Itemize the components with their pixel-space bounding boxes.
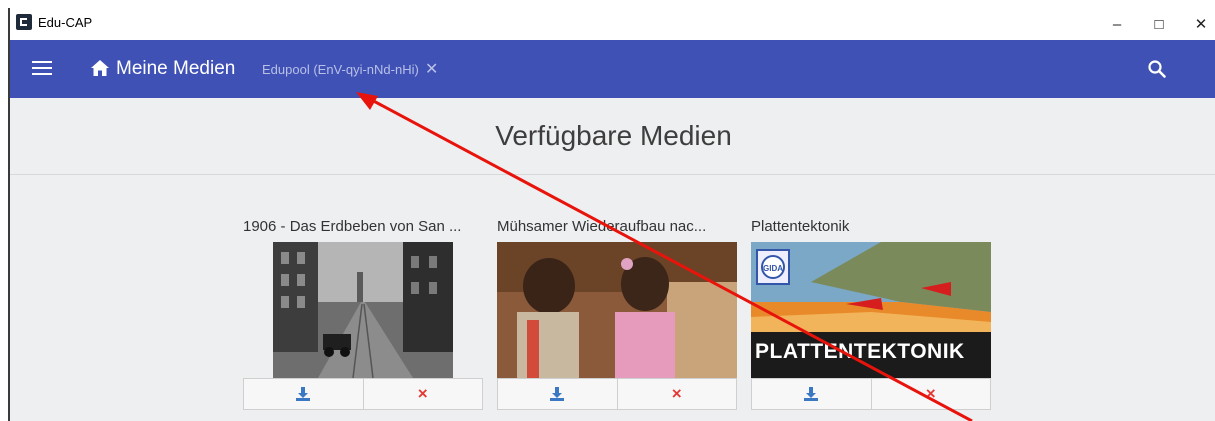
minimize-button[interactable]: – — [1095, 8, 1139, 40]
svg-text:GIDA: GIDA — [763, 264, 783, 273]
download-button[interactable] — [498, 379, 617, 409]
main-content: Verfügbare Medien 1906 - Das Erdbeben vo… — [10, 98, 1215, 421]
delete-button[interactable]: × — [616, 379, 737, 409]
search-icon[interactable] — [1146, 58, 1168, 80]
thumbnail-banner: PLATTENTEKTONIK — [751, 332, 991, 378]
source-chip-close-icon[interactable]: ✕ — [425, 59, 438, 79]
delete-icon: × — [925, 384, 936, 403]
home-link[interactable]: Meine Medien — [116, 58, 235, 80]
media-title: Plattentektonik — [751, 218, 850, 235]
delete-button[interactable]: × — [870, 379, 991, 409]
download-icon — [804, 387, 819, 401]
media-thumbnail[interactable]: GIDA PLATTENTEKTONIK — [751, 242, 991, 378]
hamburger-menu-icon[interactable] — [32, 61, 52, 77]
close-window-button[interactable]: ✕ — [1179, 8, 1215, 40]
download-icon — [550, 387, 565, 401]
page-title: Verfügbare Medien — [10, 98, 1215, 175]
media-actions: × — [243, 378, 483, 410]
delete-icon: × — [417, 384, 428, 403]
download-button[interactable] — [752, 379, 871, 409]
download-button[interactable] — [244, 379, 363, 409]
source-chip-label: Edupool (EnV-qyi-nNd-nHi) — [262, 62, 419, 77]
media-thumbnail[interactable] — [497, 242, 737, 378]
window-title: Edu-CAP — [38, 15, 93, 30]
delete-icon: × — [671, 384, 682, 403]
app-toolbar: Meine Medien Edupool (EnV-qyi-nNd-nHi) ✕ — [10, 40, 1215, 98]
download-icon — [296, 387, 311, 401]
media-thumbnail[interactable] — [273, 242, 453, 378]
media-title: 1906 - Das Erdbeben von San ... — [243, 218, 462, 235]
home-icon[interactable] — [90, 59, 110, 77]
app-window: Edu-CAP – □ ✕ Meine Medien Edupool (EnV-… — [8, 8, 1215, 421]
delete-button[interactable]: × — [362, 379, 483, 409]
window-titlebar: Edu-CAP – □ ✕ — [10, 8, 1215, 40]
media-actions: × — [751, 378, 991, 410]
media-actions: × — [497, 378, 737, 410]
app-logo-icon — [16, 14, 32, 30]
media-title: Mühsamer Wiederaufbau nac... — [497, 218, 707, 235]
thumbnail-banner-text: PLATTENTEKTONIK — [755, 340, 965, 363]
maximize-button[interactable]: □ — [1137, 8, 1181, 40]
